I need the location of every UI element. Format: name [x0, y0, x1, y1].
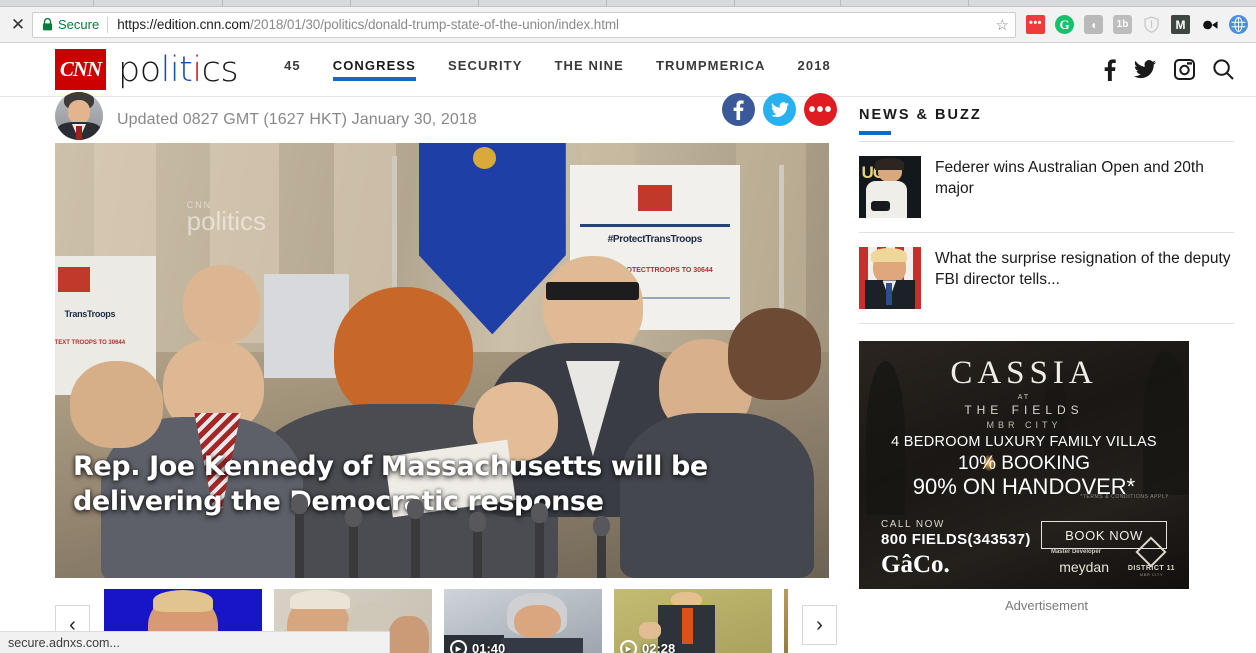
ad-partner-logo: meydan [1059, 559, 1109, 575]
ad-brand-title: CASSIA [950, 355, 1098, 391]
list-item-headline: Federer wins Australian Open and 20th ma… [935, 159, 1204, 197]
crowd-head-6 [70, 360, 164, 448]
play-icon: ▶ [450, 640, 467, 653]
updated-timestamp: Updated 0827 GMT (1627 HKT) January 30, … [117, 111, 477, 128]
fish-extension-icon[interactable] [1200, 15, 1219, 34]
sign-left-subtext: TEXT TROOPS TO 30644 [55, 339, 126, 346]
url-path: /2018/01/30/politics/donald-trump-state-… [249, 17, 619, 32]
sign-hashtag-text: #ProtectTransTroops [607, 234, 703, 246]
nav-item-trumpmerica[interactable]: TRUMPMERICA [656, 58, 766, 81]
microphone-3 [407, 498, 425, 578]
article-main-column: Updated 0827 GMT (1627 HKT) January 30, … [55, 92, 837, 653]
microphone-1 [290, 494, 308, 578]
grammarly-extension-icon[interactable]: G [1055, 15, 1074, 34]
carousel-next-button[interactable]: › [802, 605, 837, 645]
crowd-head-3 [542, 256, 644, 357]
speaker-head [333, 286, 473, 422]
list-item-headline: What the surprise resignation of the dep… [935, 250, 1231, 288]
globe-extension-icon[interactable] [1229, 15, 1248, 34]
shield-extension-icon[interactable] [1142, 15, 1161, 34]
ad-developer-logo: GâCo. [881, 551, 950, 578]
federer-thumbnail: UCNS [859, 156, 921, 218]
nav-item-congress[interactable]: CONGRESS [332, 58, 417, 81]
ad-at-label: AT [1017, 394, 1031, 401]
ad-development-name: THE FIELDS [964, 403, 1084, 417]
ad-terms-text: *TERMS & CONDITIONS APPLY [1080, 494, 1169, 500]
status-bar: secure.adnxs.com... [0, 631, 390, 653]
extensions-toolbar: ••• G ◖ 1b M [1026, 15, 1248, 34]
address-bar[interactable]: Secure https://edition.cnn.com/2018/01/3… [32, 11, 1016, 38]
advertisement-banner[interactable]: CASSIA AT THE FIELDS MBR CITY 4 BEDROOM … [859, 341, 1189, 589]
ad-line-1: 4 BEDROOM LUXURY FAMILY VILLAS [891, 434, 1157, 450]
carousel-thumb-3-duration: ▶ 01:40 [450, 640, 505, 653]
url-text: https://edition.cnn.com/2018/01/30/polit… [117, 17, 989, 32]
search-icon[interactable] [1213, 59, 1234, 80]
cnn-politics-watermark: CNN politics [187, 200, 266, 237]
site-header: CNN politics 45 CONGRESS SECURITY THE NI… [0, 43, 1256, 97]
list-item[interactable]: UCNS Federer wins Australian Open and 20… [859, 142, 1234, 233]
browser-omnibox-bar: ✕ Secure https://edition.cnn.com/2018/01… [0, 7, 1256, 43]
omnibox-divider [107, 16, 109, 33]
page-body: Updated 0827 GMT (1627 HKT) January 30, … [0, 92, 1256, 653]
byline: Updated 0827 GMT (1627 HKT) January 30, … [55, 92, 837, 143]
eyeglasses-icon [546, 282, 640, 300]
share-more-button[interactable]: ••• [804, 93, 837, 126]
instagram-icon[interactable] [1174, 59, 1195, 80]
diamond-icon [1135, 536, 1167, 568]
microphone-4 [468, 511, 486, 578]
ad-partner-label: Master Developer [1050, 549, 1101, 555]
carousel-thumb-4-duration: ▶ 02:28 [620, 640, 675, 653]
site-nav: 45 CONGRESS SECURITY THE NINE TRUMPMERIC… [284, 58, 1104, 81]
nav-item-45[interactable]: 45 [284, 58, 301, 81]
video-player[interactable]: #ProtectTransTroops TEXT PROTECTTROOPS T… [55, 143, 829, 578]
facebook-icon[interactable] [1104, 58, 1116, 81]
carousel-thumb-5[interactable]: ▶ [784, 589, 788, 653]
secure-label: Secure [58, 17, 100, 32]
sidebar-title: NEWS & BUZZ [859, 107, 982, 123]
star-icon[interactable]: ☆ [996, 16, 1009, 34]
nav-item-security[interactable]: SECURITY [448, 58, 523, 81]
oval-extension-icon[interactable]: ◖ [1084, 15, 1103, 34]
status-bar-text: secure.adnxs.com... [8, 635, 120, 650]
lock-icon [42, 18, 53, 31]
ad-call-now-label: CALL NOW [881, 519, 945, 530]
sidebar-accent-rule [859, 131, 891, 135]
momentum-extension-icon[interactable]: M [1171, 15, 1190, 34]
ad-phone-number: 800 FIELDS(343537) [881, 531, 1031, 548]
crowd-head-2 [182, 264, 261, 344]
header-social-links [1104, 58, 1234, 81]
section-title[interactable]: politics [118, 50, 239, 90]
ad-line-2: 10% BOOKING [958, 453, 1090, 474]
microphone-5 [530, 503, 548, 578]
twitter-icon[interactable] [1134, 60, 1156, 79]
trump-thumbnail [859, 247, 921, 309]
share-twitter-button[interactable] [763, 93, 796, 126]
cnn-logo-icon[interactable]: CNN [55, 49, 106, 90]
ad-city-name: MBR CITY [986, 420, 1062, 430]
sign-left-text: TransTroops [64, 308, 116, 319]
microphone-2 [345, 507, 363, 578]
crowd-head-5 [728, 308, 822, 400]
carousel-thumb-3[interactable]: ▶ 01:40 [444, 589, 602, 653]
close-icon[interactable]: ✕ [4, 11, 32, 39]
blocker-1b-extension-icon[interactable]: 1b [1113, 15, 1132, 34]
browser-tab-strip[interactable] [0, 0, 1256, 7]
author-avatar [55, 92, 103, 140]
ad-district-sub: MBR CITY [1139, 572, 1163, 577]
ad-district-logo: DISTRICT 11 MBR CITY [1128, 536, 1175, 577]
nav-item-2018[interactable]: 2018 [798, 58, 831, 81]
play-icon: ▶ [620, 640, 637, 653]
share-facebook-button[interactable] [722, 93, 755, 126]
list-item[interactable]: What the surprise resignation of the dep… [859, 233, 1234, 324]
watermark-politics-text: politics [186, 205, 267, 236]
cnn-logo-block[interactable]: CNN politics [55, 49, 239, 90]
microphone-6 [592, 516, 610, 578]
sidebar: NEWS & BUZZ UCNS Federer wins Australian… [859, 97, 1234, 650]
carousel-thumb-4[interactable]: ▶ 02:28 [614, 589, 772, 653]
url-host: https://edition.cnn.com [117, 17, 250, 32]
nav-item-the-nine[interactable]: THE NINE [554, 58, 623, 81]
share-buttons: ••• [722, 93, 837, 126]
adblock-extension-icon[interactable]: ••• [1026, 15, 1045, 34]
advertisement-label: Advertisement [1004, 598, 1089, 613]
